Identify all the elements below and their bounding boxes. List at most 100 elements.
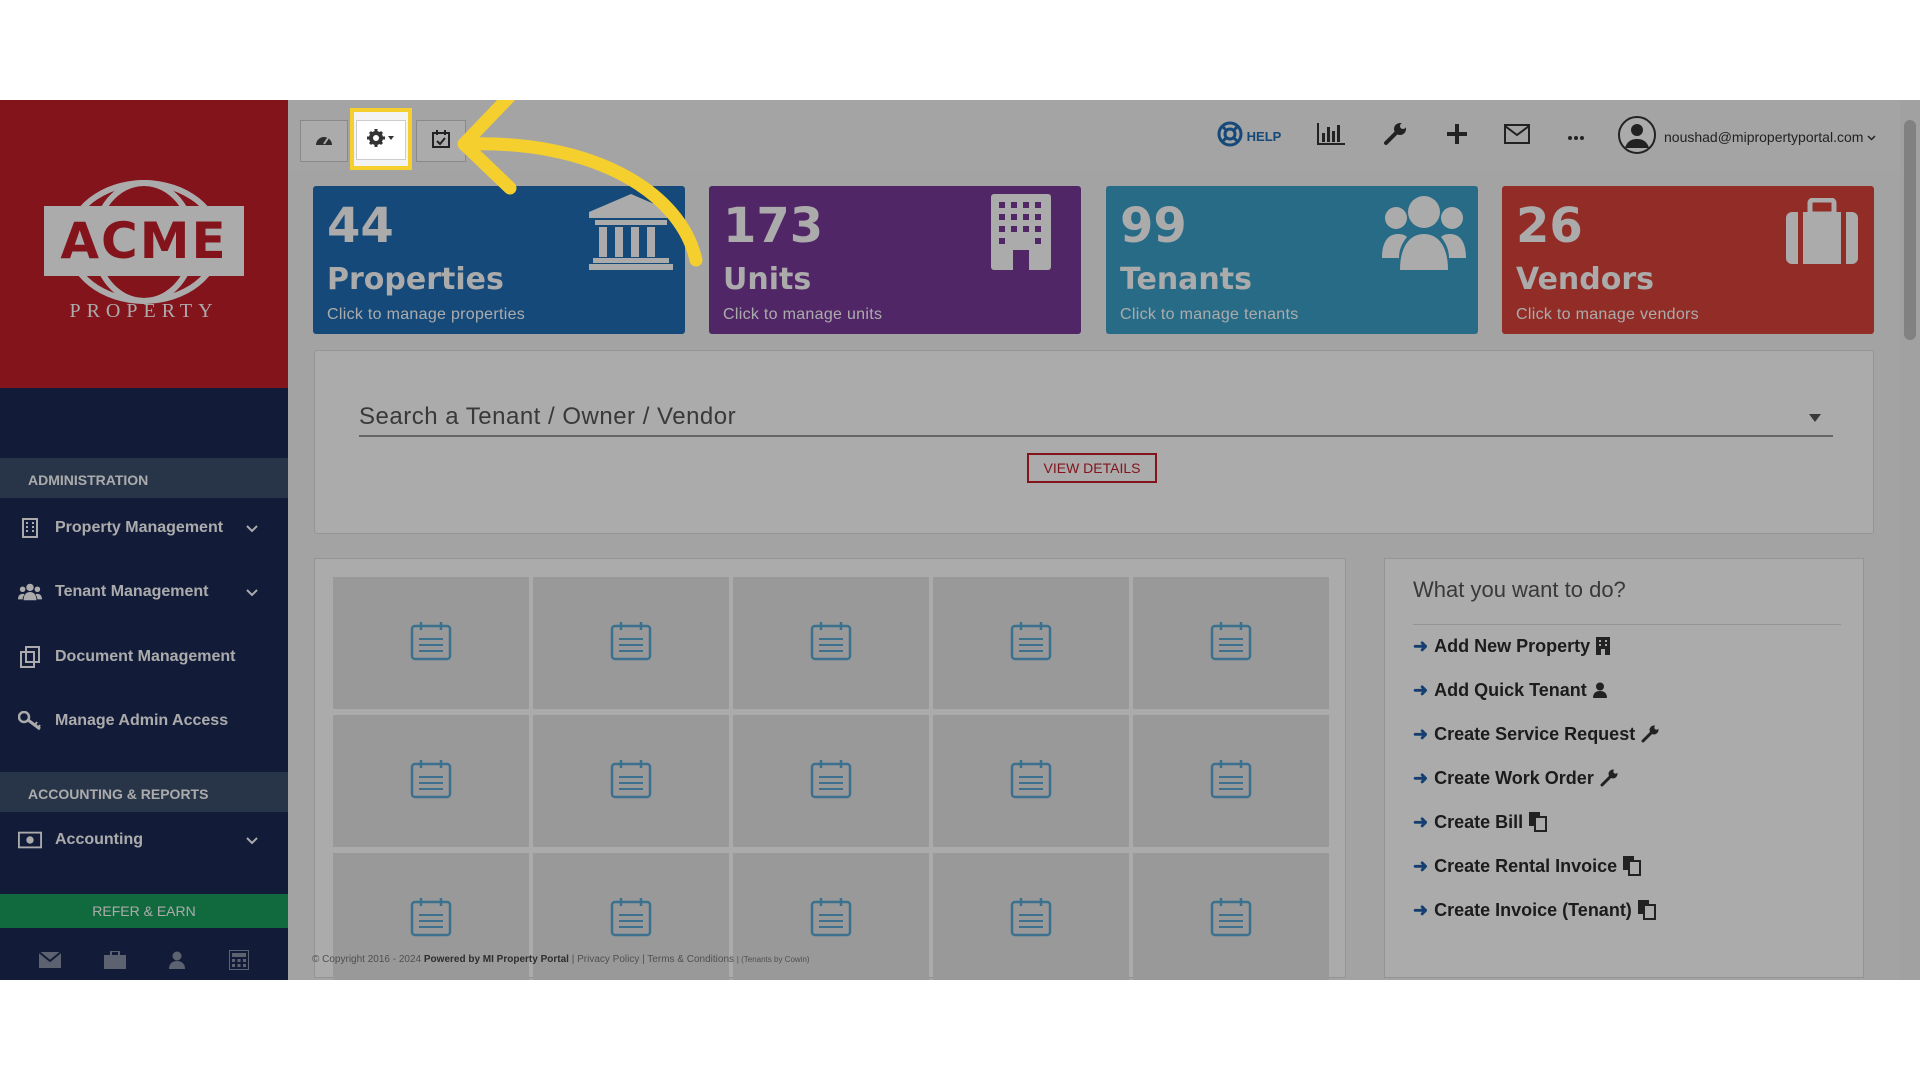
user-menu[interactable]: noushad@mipropertyportal.com	[1618, 115, 1888, 156]
calculator-icon[interactable]	[227, 948, 250, 975]
dashboard-button[interactable]	[300, 120, 348, 162]
dashboard-icon	[314, 131, 334, 152]
view-details-button[interactable]: VIEW DETAILS	[1027, 453, 1157, 483]
copy-icon	[1529, 812, 1548, 832]
top-toolbar: HELP noushad@mipropertyportal.com	[288, 100, 1900, 172]
calendar-icon	[1210, 621, 1252, 666]
building-icon	[1596, 637, 1611, 655]
scrollbar-thumb[interactable]	[1904, 120, 1916, 340]
refer-earn-button[interactable]: REFER & EARN	[0, 894, 288, 928]
stat-card-tenants[interactable]: 99 Tenants Click to manage tenants	[1106, 186, 1478, 334]
chevron-down-icon	[1867, 128, 1876, 146]
stat-card-units[interactable]: 173 Units Click to manage units	[709, 186, 1081, 334]
calendar-button[interactable]	[416, 120, 466, 162]
help-button[interactable]: HELP	[1214, 120, 1284, 152]
calendar-icon	[610, 759, 652, 804]
users-icon	[1382, 194, 1466, 275]
sidebar-item-label: Tenant Management	[55, 583, 209, 600]
building-icon	[18, 517, 42, 539]
sidebar-item-tenant-management[interactable]: Tenant Management	[0, 562, 288, 622]
shortcut-tile[interactable]	[933, 577, 1129, 709]
search-panel: Search a Tenant / Owner / Vendor VIEW DE…	[314, 350, 1874, 534]
calendar-icon	[610, 621, 652, 666]
sidebar-item-property-management[interactable]: Property Management	[0, 498, 288, 558]
arrow-right-icon: ➜	[1413, 723, 1429, 744]
messages-button[interactable]	[1502, 120, 1532, 152]
key-icon	[18, 710, 42, 732]
calendar-icon	[810, 759, 852, 804]
sidebar-item-manage-admin-access[interactable]: Manage Admin Access	[0, 691, 288, 751]
caret-down-icon[interactable]	[1809, 409, 1821, 427]
calendar-icon	[810, 897, 852, 942]
wrench-icon	[1641, 725, 1659, 743]
mail-icon	[1504, 123, 1530, 149]
sidebar-footer	[0, 944, 288, 980]
user-icon[interactable]	[168, 951, 186, 974]
add-button[interactable]	[1442, 120, 1472, 152]
stat-value: 173	[723, 198, 824, 254]
quick-action-add-quick-tenant[interactable]: ➜ Add Quick Tenant	[1413, 675, 1607, 705]
main-content: HELP noushad@mipropertyportal.com 44 Pro…	[288, 100, 1920, 980]
briefcase-icon[interactable]	[103, 949, 126, 974]
tools-button[interactable]	[1380, 120, 1410, 152]
shortcut-tile[interactable]	[333, 577, 529, 709]
footer-note: | (Tenants by Cowin)	[736, 955, 810, 964]
stat-value: 99	[1120, 198, 1187, 254]
copy-icon	[1623, 856, 1642, 876]
settings-dropdown-button[interactable]	[356, 120, 406, 160]
sidebar-item-label: Accounting	[55, 831, 143, 848]
search-input[interactable]: Search a Tenant / Owner / Vendor	[359, 401, 1833, 437]
copyright-text: © Copyright 2016 - 2024	[312, 954, 422, 965]
sidebar-item-accounting[interactable]: Accounting	[0, 810, 288, 870]
chevron-down-icon	[246, 520, 258, 538]
logo[interactable]: ACME PROPERTY	[0, 100, 288, 388]
shortcut-tile[interactable]	[533, 577, 729, 709]
quick-action-create-service-request[interactable]: ➜ Create Service Request	[1413, 719, 1659, 749]
scrollbar[interactable]	[1900, 100, 1920, 980]
lifebuoy-icon	[1217, 121, 1243, 152]
stat-card-vendors[interactable]: 26 Vendors Click to manage vendors	[1502, 186, 1874, 334]
arrow-right-icon: ➜	[1413, 767, 1429, 788]
reports-button[interactable]	[1316, 120, 1346, 152]
footer-links[interactable]: | Privacy Policy | Terms & Conditions	[572, 954, 734, 965]
stat-label: Vendors	[1516, 262, 1655, 297]
quick-action-label: Add New Property	[1434, 635, 1591, 656]
more-button[interactable]	[1564, 120, 1588, 152]
stat-subtext: Click to manage tenants	[1120, 306, 1299, 323]
section-heading-accounting: ACCOUNTING & REPORTS	[0, 772, 288, 812]
stat-card-properties[interactable]: 44 Properties Click to manage properties	[313, 186, 685, 334]
briefcase-icon	[1784, 197, 1860, 271]
shortcut-grid	[314, 558, 1346, 980]
help-label: HELP	[1246, 128, 1282, 144]
stat-value: 26	[1516, 198, 1583, 254]
arrow-right-icon: ➜	[1413, 811, 1429, 832]
shortcut-tile[interactable]	[933, 715, 1129, 847]
quick-action-create-rental-invoice[interactable]: ➜ Create Rental Invoice	[1413, 851, 1642, 881]
powered-by-link[interactable]: Powered by MI Property Portal	[424, 954, 569, 965]
quick-action-create-invoice-tenant[interactable]: ➜ Create Invoice (Tenant)	[1413, 895, 1656, 925]
shortcut-tile[interactable]	[533, 715, 729, 847]
documents-icon	[18, 646, 42, 668]
calendar-icon	[410, 621, 452, 666]
mail-icon[interactable]	[38, 950, 62, 973]
shortcut-tile[interactable]	[1133, 577, 1329, 709]
quick-action-create-bill[interactable]: ➜ Create Bill	[1413, 807, 1548, 837]
calendar-icon	[810, 621, 852, 666]
quick-action-add-new-property[interactable]: ➜ Add New Property	[1413, 631, 1611, 661]
user-icon	[1592, 682, 1607, 698]
stat-label: Tenants	[1120, 262, 1252, 297]
logo-subtitle: PROPERTY	[69, 300, 219, 322]
sidebar-item-document-management[interactable]: Document Management	[0, 627, 288, 687]
shortcut-tile[interactable]	[733, 715, 929, 847]
shortcut-tile[interactable]	[933, 853, 1129, 980]
shortcut-tile[interactable]	[1133, 715, 1329, 847]
stat-value: 44	[327, 198, 394, 254]
stat-subtext: Click to manage units	[723, 306, 883, 323]
quick-actions-panel: What you want to do? ➜ Add New Property ➜ A…	[1384, 558, 1864, 978]
highlight-box	[350, 108, 412, 170]
calendar-icon	[1210, 897, 1252, 942]
shortcut-tile[interactable]	[733, 577, 929, 709]
quick-action-create-work-order[interactable]: ➜ Create Work Order	[1413, 763, 1618, 793]
shortcut-tile[interactable]	[1133, 853, 1329, 980]
shortcut-tile[interactable]	[333, 715, 529, 847]
